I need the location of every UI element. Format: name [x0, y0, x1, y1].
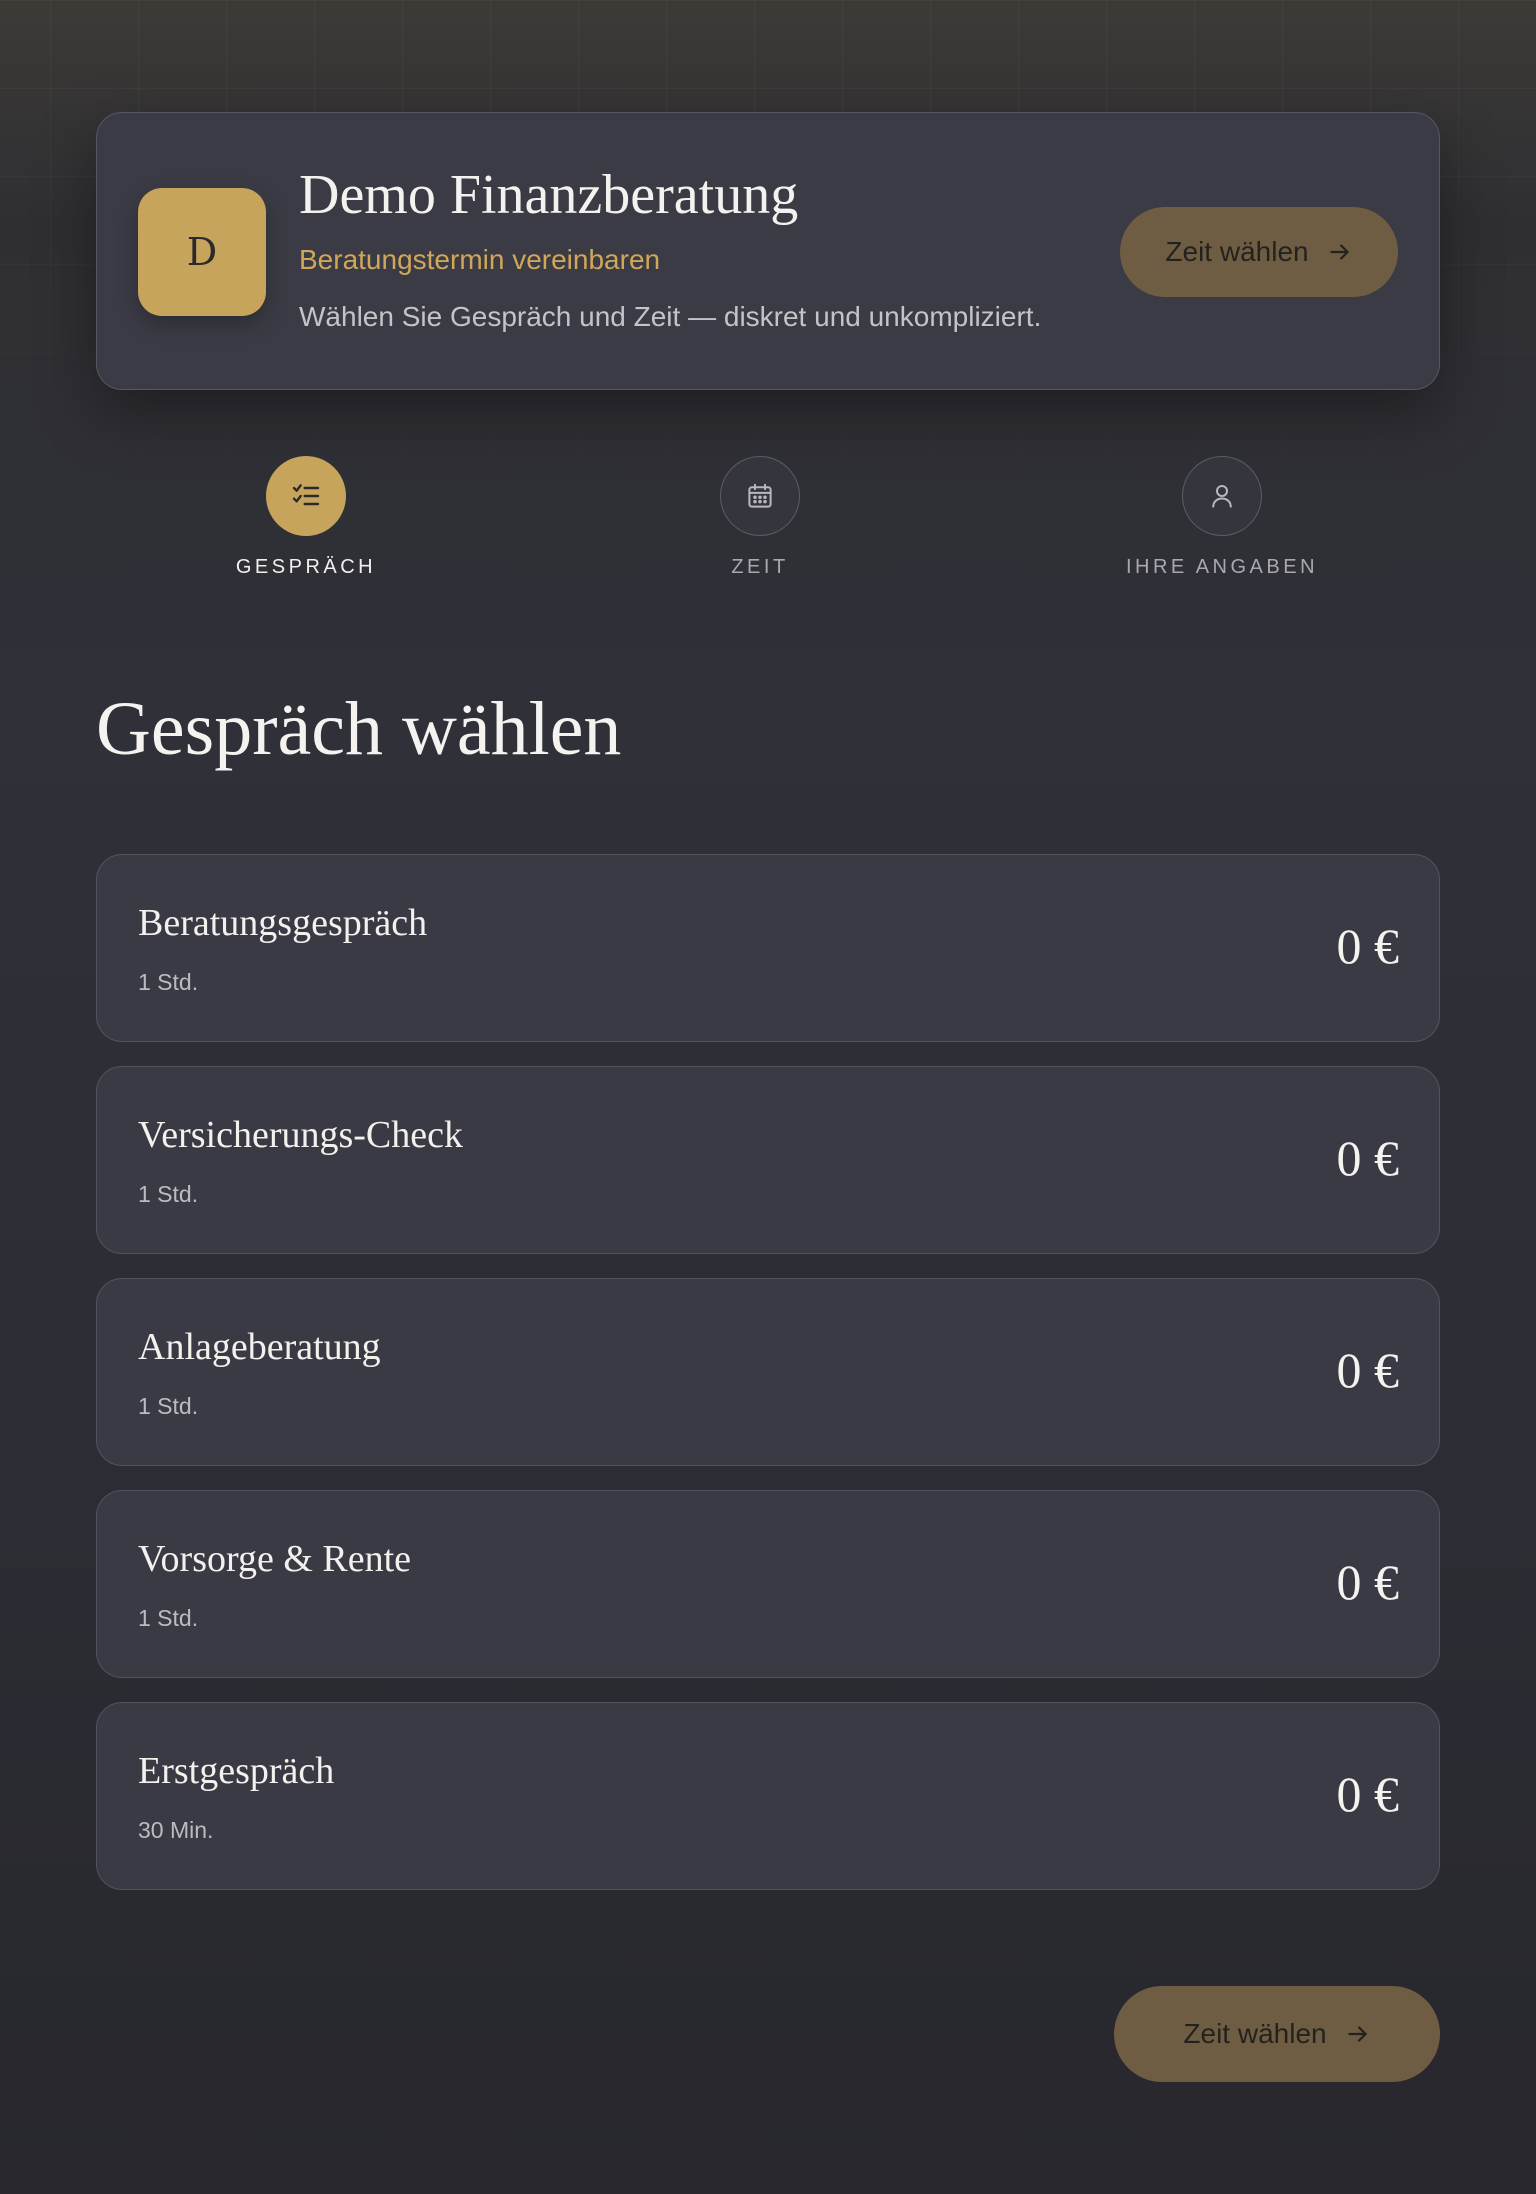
service-name: Vorsorge & Rente [138, 1538, 412, 1580]
company-logo: D [138, 188, 266, 316]
footer-choose-time-label: Zeit wählen [1183, 2018, 1327, 2049]
service-price: 0 € [1336, 918, 1400, 974]
footer-choose-time-button[interactable]: Zeit wählen [1114, 1986, 1440, 2082]
step-ihre-angaben-circle [1182, 456, 1262, 536]
service-price: 0 € [1336, 1554, 1400, 1610]
arrow-right-icon [1347, 2026, 1367, 2042]
step-zeit[interactable]: ZEIT [630, 456, 890, 579]
step-ihre-angaben-label: IHRE ANGABEN [1125, 556, 1319, 578]
service-duration: 30 Min. [138, 1817, 214, 1843]
service-name: Erstgespräch [138, 1750, 335, 1792]
header-choose-time-button[interactable]: Zeit wählen [1120, 207, 1398, 297]
service-duration: 1 Std. [138, 1181, 199, 1207]
step-gespraech-label: GESPRÄCH [235, 556, 377, 578]
step-gespraech[interactable]: GESPRÄCH [176, 456, 436, 579]
company-title: Demo Finanzberatung [299, 164, 799, 226]
service-card-erstgespraech[interactable]: Erstgespräch 30 Min. 0 € [96, 1702, 1440, 1890]
user-icon [1212, 485, 1232, 508]
calendar-icon [748, 483, 772, 508]
service-duration: 1 Std. [138, 1393, 199, 1419]
header-card: D Demo Finanzberatung Beratungstermin ve… [96, 112, 1440, 390]
service-name: Versicherungs-Check [138, 1114, 464, 1156]
header-subtitle: Beratungstermin vereinbaren [299, 244, 661, 275]
checklist-icon [292, 484, 320, 506]
service-name: Anlageberatung [138, 1326, 381, 1368]
step-gespraech-circle [266, 456, 346, 536]
service-duration: 1 Std. [138, 969, 199, 995]
service-card-beratungsgespraech[interactable]: Beratungsgespräch 1 Std. 0 € [96, 854, 1440, 1042]
step-ihre-angaben[interactable]: IHRE ANGABEN [1092, 456, 1352, 579]
step-zeit-circle [720, 456, 800, 536]
logo-letter: D [186, 230, 218, 274]
service-name: Beratungsgespräch [138, 902, 428, 944]
service-price: 0 € [1336, 1342, 1400, 1398]
service-card-anlageberatung[interactable]: Anlageberatung 1 Std. 0 € [96, 1278, 1440, 1466]
page-title: Gespräch wählen [96, 687, 622, 771]
service-card-versicherungs-check[interactable]: Versicherungs-Check 1 Std. 0 € [96, 1066, 1440, 1254]
header-description: Wählen Sie Gespräch und Zeit — diskret u… [299, 301, 1042, 332]
arrow-right-icon [1329, 244, 1349, 260]
header-choose-time-label: Zeit wählen [1165, 236, 1309, 267]
service-duration: 1 Std. [138, 1605, 199, 1631]
service-price: 0 € [1336, 1130, 1400, 1186]
step-zeit-label: ZEIT [731, 556, 789, 578]
service-price: 0 € [1336, 1766, 1400, 1822]
service-card-vorsorge-rente[interactable]: Vorsorge & Rente 1 Std. 0 € [96, 1490, 1440, 1678]
